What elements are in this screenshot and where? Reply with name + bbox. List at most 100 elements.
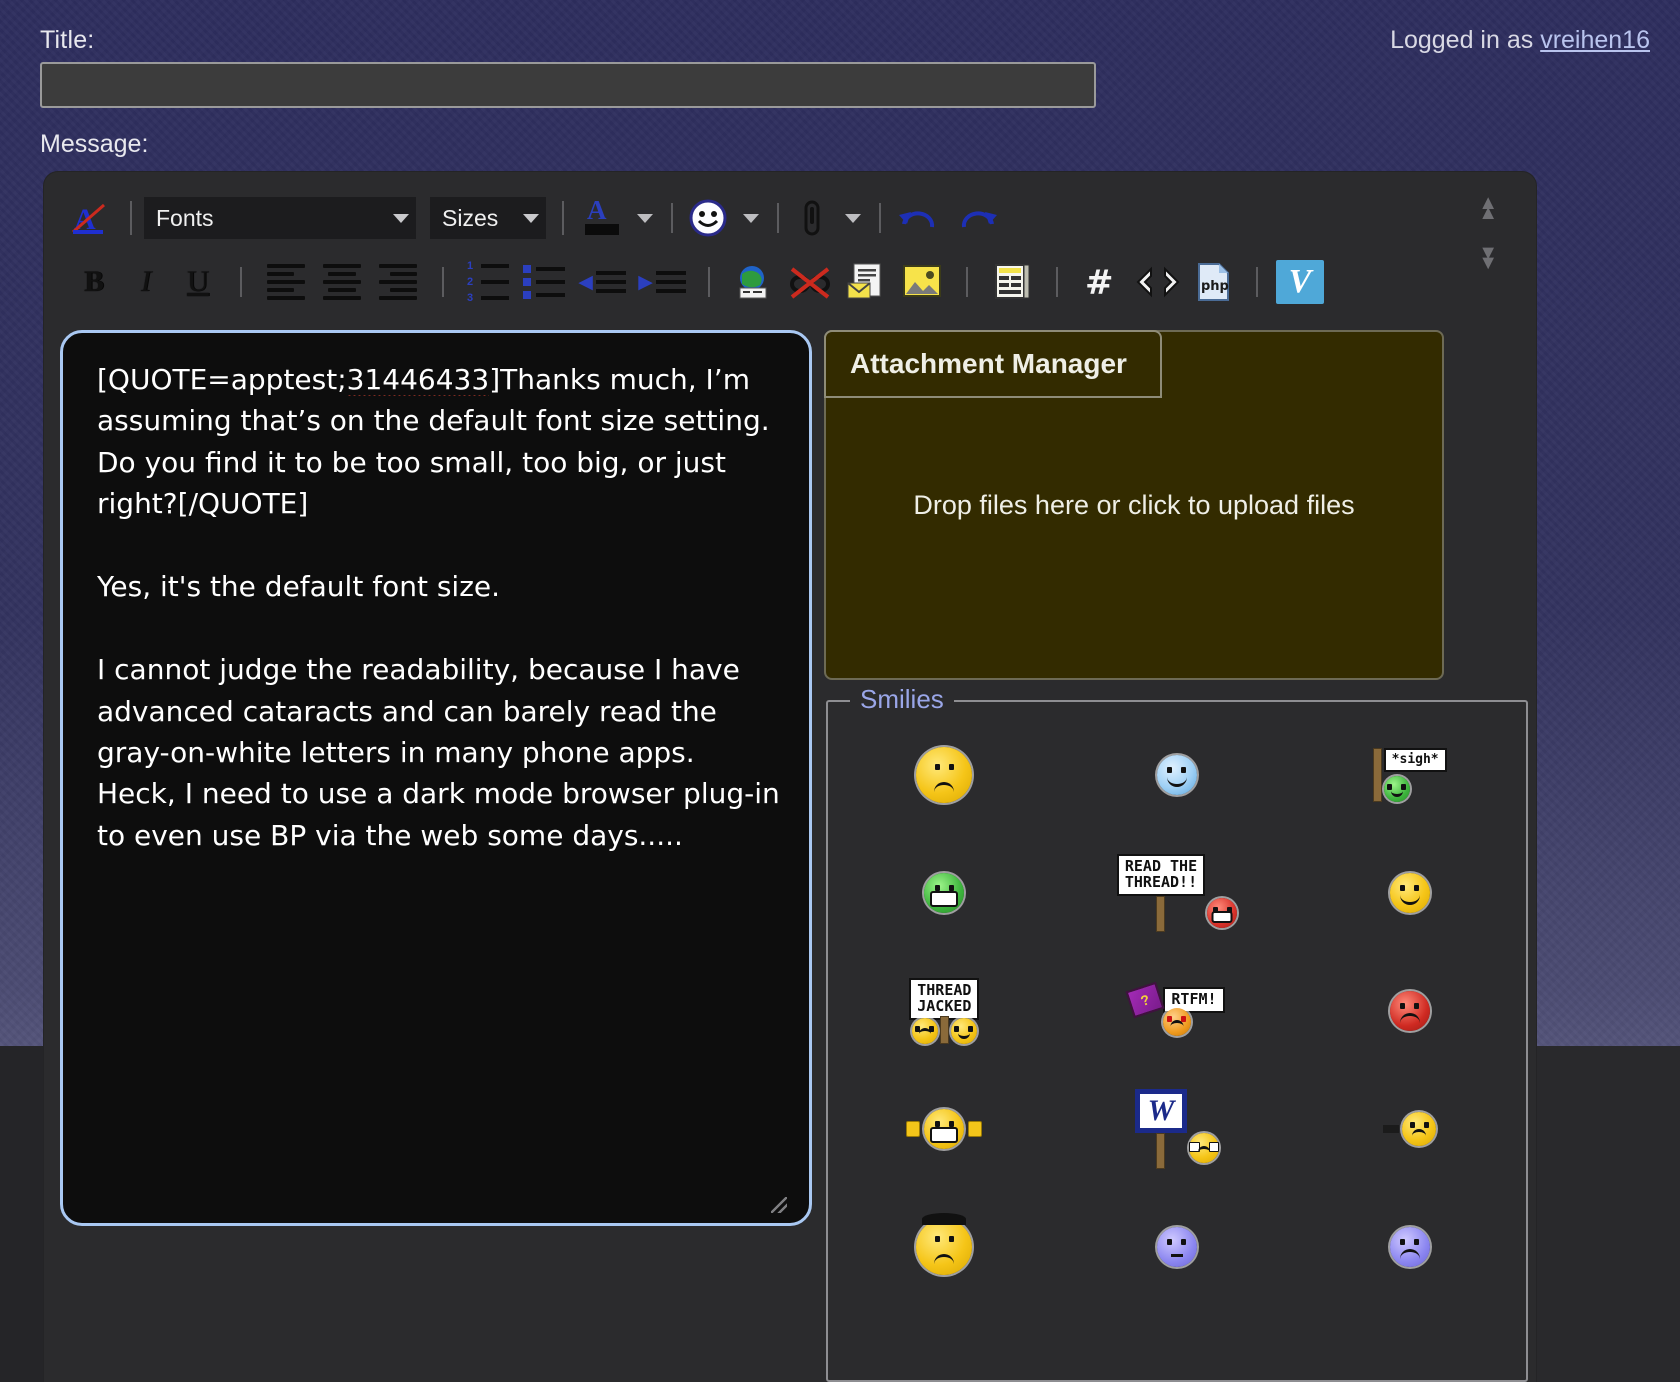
sigh-sign-text: *sigh* bbox=[1383, 748, 1447, 772]
sigh-face-icon bbox=[1383, 776, 1410, 802]
attachment-drop-text: Drop files here or click to upload files bbox=[913, 489, 1355, 520]
unlink-icon[interactable] bbox=[782, 264, 838, 300]
hammer-face-icon bbox=[1402, 1112, 1437, 1146]
attach-chevron-down-icon[interactable] bbox=[836, 213, 870, 223]
toolbar-divider bbox=[708, 267, 710, 297]
smilie-rtfm[interactable]: ? RTFM! bbox=[1061, 952, 1294, 1070]
remove-formatting-icon[interactable]: A bbox=[68, 197, 112, 239]
login-prefix: Logged in as bbox=[1390, 26, 1541, 54]
align-left-icon[interactable] bbox=[258, 264, 314, 300]
undo-icon[interactable] bbox=[890, 201, 948, 235]
quote-author-id: 31446433 bbox=[346, 363, 490, 396]
php-icon[interactable]: php bbox=[1186, 261, 1242, 303]
smilie-stop-red[interactable] bbox=[1293, 952, 1526, 1070]
chevron-down-icon[interactable] bbox=[516, 197, 546, 239]
toolbar-divider bbox=[777, 203, 779, 233]
hair-icon bbox=[922, 1213, 967, 1225]
smilie-hammer-yellow[interactable] bbox=[1293, 1070, 1526, 1188]
underline-button[interactable]: U bbox=[172, 265, 224, 299]
smilie-whatever-w[interactable]: W bbox=[1061, 1070, 1294, 1188]
angry-yellow-icon bbox=[916, 1213, 973, 1275]
post-editor-page: Title: Logged in as vreihen16 Message: A… bbox=[0, 0, 1680, 1382]
svg-text:#: # bbox=[1085, 263, 1114, 302]
paperclip-icon[interactable] bbox=[788, 198, 836, 238]
unordered-list-icon[interactable] bbox=[516, 265, 572, 299]
smilie-applause[interactable] bbox=[828, 1070, 1061, 1188]
message-label: Message: bbox=[40, 130, 149, 158]
thread-jacked-face-left-icon bbox=[911, 1017, 938, 1044]
hammer-icon bbox=[1383, 1125, 1400, 1133]
big-grin-green-icon bbox=[924, 873, 965, 913]
toolbar-divider bbox=[671, 203, 673, 233]
video-button[interactable]: V bbox=[1272, 260, 1328, 304]
smilie-read-the-thread[interactable]: READ THE THREAD!! bbox=[1061, 834, 1294, 952]
toolbar-divider bbox=[879, 203, 881, 233]
smilie-smile-yellow[interactable] bbox=[1293, 834, 1526, 952]
smilie-thread-jacked[interactable]: THREAD JACKED bbox=[828, 952, 1061, 1070]
align-right-icon[interactable] bbox=[370, 264, 426, 300]
page-background-gutter bbox=[0, 1046, 44, 1382]
font-family-select[interactable]: Fonts bbox=[144, 197, 416, 239]
toolbar-divider bbox=[1056, 267, 1058, 297]
message-textarea[interactable]: [QUOTE=apptest;31446433]Thanks much, I’m… bbox=[60, 330, 812, 1226]
bold-button[interactable]: B bbox=[68, 265, 120, 299]
code-icon[interactable] bbox=[1130, 264, 1186, 300]
outdent-icon[interactable]: ◀ bbox=[572, 271, 632, 293]
quote-icon[interactable] bbox=[984, 262, 1040, 302]
login-status: Logged in as vreihen16 bbox=[1390, 26, 1650, 55]
collapse-up-icon[interactable]: ▲ ▲ bbox=[1478, 193, 1498, 223]
font-size-value: Sizes bbox=[442, 204, 499, 231]
thread-jacked-sign-text: THREAD JACKED bbox=[909, 978, 980, 1020]
smilie-blank-purple[interactable] bbox=[1061, 1188, 1294, 1306]
smilies-panel: Smilies *sigh* READ THE THREAD!! THREAD … bbox=[826, 684, 1528, 1382]
smilie-sigh[interactable]: *sigh* bbox=[1293, 716, 1526, 834]
image-icon[interactable] bbox=[894, 262, 950, 302]
smilie-facepalm[interactable] bbox=[828, 716, 1061, 834]
hand-right-icon bbox=[968, 1121, 983, 1137]
toolbar-divider bbox=[966, 267, 968, 297]
hand-left-icon bbox=[906, 1121, 921, 1137]
smilies-grid: *sigh* READ THE THREAD!! THREAD JACKED ?… bbox=[828, 716, 1526, 1380]
flat-mouth bbox=[1170, 1253, 1183, 1257]
attachment-manager-panel[interactable]: Drop files here or click to upload files… bbox=[824, 330, 1444, 680]
whatever-face-icon bbox=[1189, 1132, 1220, 1163]
align-center-icon[interactable] bbox=[314, 264, 370, 300]
message-body: Yes, it's the default font size. I canno… bbox=[97, 570, 780, 852]
applause-face-icon bbox=[924, 1109, 965, 1149]
toolbar-row-1: A Fonts Sizes A ▲ ▲ ▼ ▼ bbox=[44, 172, 1536, 273]
toolbar-divider bbox=[442, 267, 444, 297]
indent-icon[interactable]: ▶ bbox=[632, 271, 692, 293]
font-color-icon[interactable]: A bbox=[576, 192, 628, 244]
smilie-cool-blue[interactable] bbox=[1061, 716, 1294, 834]
whatever-sign-text: W bbox=[1134, 1089, 1188, 1133]
textarea-resize-handle[interactable] bbox=[771, 1197, 787, 1213]
smilie-angry-yellow[interactable] bbox=[828, 1188, 1061, 1306]
hash-icon[interactable]: # bbox=[1074, 262, 1130, 302]
link-icon[interactable] bbox=[726, 262, 782, 302]
redo-icon[interactable] bbox=[948, 201, 1006, 235]
font-color-chevron-down-icon[interactable] bbox=[628, 213, 662, 223]
sign-pole bbox=[1156, 895, 1166, 932]
wysiwyg-editor: A Fonts Sizes A ▲ ▲ ▼ ▼ B I U 1 2 3 ◀ ▶ … bbox=[44, 172, 1536, 1382]
chevron-down-icon[interactable] bbox=[386, 197, 416, 239]
quote-tag-close: ] bbox=[489, 363, 501, 396]
font-size-select[interactable]: Sizes bbox=[430, 197, 546, 239]
title-label: Title: bbox=[40, 26, 95, 54]
thread-jacked-face-right-icon bbox=[950, 1017, 977, 1044]
svg-text:A: A bbox=[587, 195, 607, 225]
smilie-sad-purple[interactable] bbox=[1293, 1188, 1526, 1306]
smile-yellow-icon bbox=[1389, 873, 1430, 913]
username-link[interactable]: vreihen16 bbox=[1540, 26, 1650, 54]
attachment-manager-header: Attachment Manager bbox=[824, 330, 1162, 398]
ordered-list-icon[interactable]: 1 2 3 bbox=[460, 260, 516, 304]
email-icon[interactable] bbox=[838, 261, 894, 303]
read-the-thread-sign-text: READ THE THREAD!! bbox=[1116, 854, 1206, 896]
italic-button[interactable]: I bbox=[120, 265, 172, 299]
smilie-big-grin-green[interactable] bbox=[828, 834, 1061, 952]
smiley-chevron-down-icon[interactable] bbox=[734, 213, 768, 223]
toolbar-row-2: B I U 1 2 3 ◀ ▶ # php V bbox=[44, 250, 1536, 314]
title-input[interactable] bbox=[40, 62, 1096, 108]
quote-tag-open: [QUOTE=apptest; bbox=[97, 363, 347, 396]
smiley-icon[interactable] bbox=[682, 196, 734, 240]
toolbar-divider bbox=[562, 201, 564, 235]
